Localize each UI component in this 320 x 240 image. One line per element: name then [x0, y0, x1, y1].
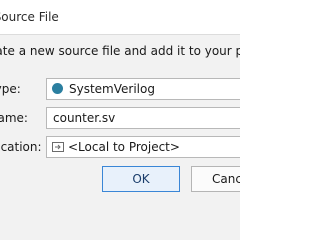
file-name-label: File name: [0, 111, 28, 125]
cancel-button[interactable]: Cancel [191, 166, 240, 192]
file-name-value: counter.sv [53, 111, 116, 125]
file-type-label: File type: [0, 82, 21, 96]
file-location-icon [52, 142, 64, 152]
file-location-select[interactable]: <Local to Project> [46, 136, 240, 158]
create-source-file-dialog: Create Source File Create a new source f… [0, 0, 240, 240]
file-type-select[interactable]: SystemVerilog [46, 78, 240, 100]
file-location-label: File location: [0, 140, 42, 154]
file-type-value: SystemVerilog [69, 82, 155, 96]
dialog-instruction: Create a new source file and add it to y… [0, 44, 240, 58]
title-bar: Create Source File [0, 0, 240, 35]
window-title: Create Source File [0, 10, 59, 24]
ok-button[interactable]: OK [102, 166, 180, 192]
systemverilog-file-icon [52, 83, 63, 94]
file-location-value: <Local to Project> [68, 140, 180, 154]
file-name-input[interactable]: counter.sv [46, 107, 240, 129]
